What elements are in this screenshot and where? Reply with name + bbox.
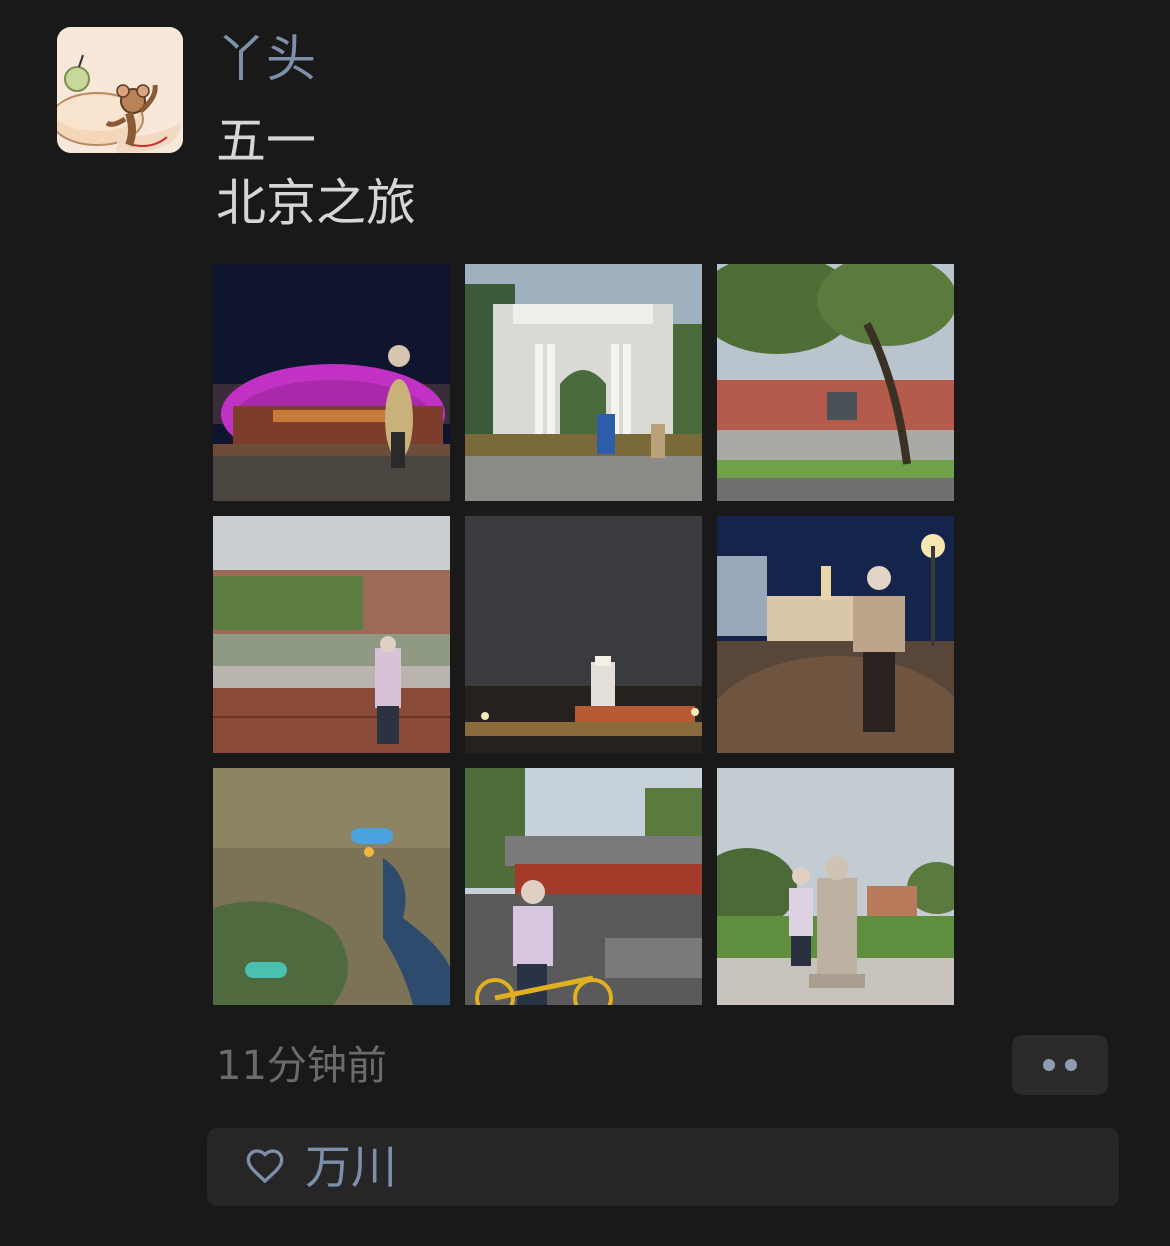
cartoon-mouse-avatar-icon <box>57 27 183 153</box>
photo-map <box>213 768 450 1005</box>
photo-stone-monument-lawn <box>717 768 954 1005</box>
photo-brick-wall-campus <box>213 516 450 753</box>
photo-6[interactable] <box>717 516 954 753</box>
photo-4[interactable] <box>213 516 450 753</box>
liker-name[interactable]: 万川 <box>305 1138 397 1196</box>
photo-night-square-monument <box>465 516 702 753</box>
photo-7[interactable] <box>213 768 450 1005</box>
photo-5[interactable] <box>465 516 702 753</box>
more-dot-icon <box>1043 1059 1055 1071</box>
photo-8[interactable] <box>465 768 702 1005</box>
photo-9[interactable] <box>717 768 954 1005</box>
photo-night-street <box>717 516 954 753</box>
more-actions-button[interactable] <box>1012 1035 1108 1095</box>
timestamp: 11分钟前 <box>216 1043 387 1089</box>
photo-grid <box>213 264 954 1005</box>
photo-white-gate <box>465 264 702 501</box>
photo-tree-buildings <box>717 264 954 501</box>
username[interactable]: 丫头 <box>216 28 316 90</box>
avatar[interactable] <box>57 27 183 153</box>
photo-night-opera-house <box>213 264 450 501</box>
heart-icon <box>246 1149 284 1184</box>
likes-bar: 万川 <box>207 1128 1119 1206</box>
more-dot-icon <box>1065 1059 1077 1071</box>
photo-1[interactable] <box>213 264 450 501</box>
photo-bicycle-gate <box>465 768 702 1005</box>
moments-post: 丫头 五一 北京之旅 11分钟前 万川 <box>0 0 1170 1246</box>
photo-3[interactable] <box>717 264 954 501</box>
post-text: 五一 北京之旅 <box>216 112 416 232</box>
photo-2[interactable] <box>465 264 702 501</box>
